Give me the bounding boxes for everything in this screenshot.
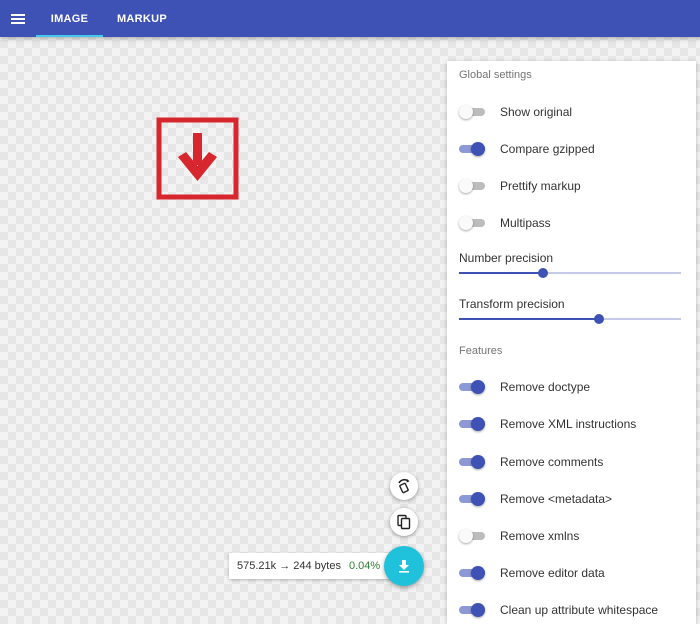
switch[interactable] — [459, 529, 485, 543]
slider-thumb[interactable] — [594, 314, 604, 324]
toggle-remove-comments[interactable]: Remove comments — [447, 447, 696, 477]
tab-image[interactable]: IMAGE — [36, 0, 103, 37]
global-settings-title: Global settings — [459, 69, 532, 81]
rotate-icon — [398, 478, 410, 494]
switch[interactable] — [459, 216, 485, 230]
toggle-label: Clean up attribute whitespace — [500, 603, 659, 617]
toggle-label: Show original — [500, 105, 573, 119]
settings-panel: Global settings Show original Compare gz… — [447, 61, 696, 624]
toggle-remove-xml-instructions[interactable]: Remove XML instructions — [447, 409, 696, 439]
features-title: Features — [459, 345, 503, 357]
svg-preview-image — [156, 117, 239, 200]
download-arrow-icon — [156, 117, 239, 200]
toggle-multipass[interactable]: Multipass — [447, 208, 696, 238]
slider-fill — [459, 272, 543, 274]
toggle-label: Remove comments — [500, 455, 604, 469]
hamburger-icon — [11, 13, 25, 24]
toggle-label: Multipass — [500, 216, 551, 230]
toggle-label: Prettify markup — [500, 179, 581, 193]
toggle-remove-editor-data[interactable]: Remove editor data — [447, 558, 696, 588]
toggle-label: Remove XML instructions — [500, 417, 637, 431]
toggle-remove-doctype[interactable]: Remove doctype — [447, 372, 696, 402]
tab-image-label: IMAGE — [50, 12, 89, 25]
download-icon — [399, 560, 409, 573]
toggle-clean-up-attribute-whitespace[interactable]: Clean up attribute whitespace — [447, 595, 696, 624]
slider-thumb[interactable] — [538, 268, 548, 278]
size-text: 575.21k → 244 bytes — [237, 560, 341, 572]
slider-fill — [459, 318, 599, 320]
size-percent: 0.04% — [348, 560, 381, 572]
toggle-label: Remove doctype — [500, 380, 591, 394]
toggle-label: Remove <metadata> — [500, 492, 613, 506]
copy-button[interactable] — [390, 508, 418, 536]
toggle-remove-xmlns[interactable]: Remove xmlns — [447, 521, 696, 551]
toggle-remove-metadata[interactable]: Remove <metadata> — [447, 484, 696, 514]
toggle-label: Remove xmlns — [500, 529, 580, 543]
toggle-label: Compare gzipped — [500, 142, 595, 156]
rotate-background-button[interactable] — [390, 472, 418, 500]
switch[interactable] — [459, 455, 485, 469]
switch[interactable] — [459, 179, 485, 193]
tab-markup[interactable]: MARKUP — [103, 0, 181, 37]
toggle-label: Remove editor data — [500, 566, 605, 580]
switch[interactable] — [459, 566, 485, 580]
toggle-prettify-markup[interactable]: Prettify markup — [447, 171, 696, 201]
switch[interactable] — [459, 603, 485, 617]
switch[interactable] — [459, 417, 485, 431]
tab-markup-label: MARKUP — [116, 12, 168, 25]
size-comparison: 575.21k → 244 bytes 0.04% — [229, 553, 395, 579]
toggle-show-original[interactable]: Show original — [447, 97, 696, 127]
number-precision-label: Number precision — [459, 251, 554, 265]
transform-precision-label: Transform precision — [459, 297, 565, 311]
switch[interactable] — [459, 142, 485, 156]
top-app-bar: IMAGE MARKUP — [0, 0, 700, 37]
switch[interactable] — [459, 380, 485, 394]
copy-icon — [397, 514, 411, 530]
switch[interactable] — [459, 492, 485, 506]
transform-precision-slider[interactable] — [459, 314, 681, 324]
switch[interactable] — [459, 105, 485, 119]
toggle-compare-gzipped[interactable]: Compare gzipped — [447, 134, 696, 164]
number-precision-slider[interactable] — [459, 268, 681, 278]
download-button[interactable] — [384, 546, 424, 586]
menu-button[interactable] — [0, 0, 36, 37]
